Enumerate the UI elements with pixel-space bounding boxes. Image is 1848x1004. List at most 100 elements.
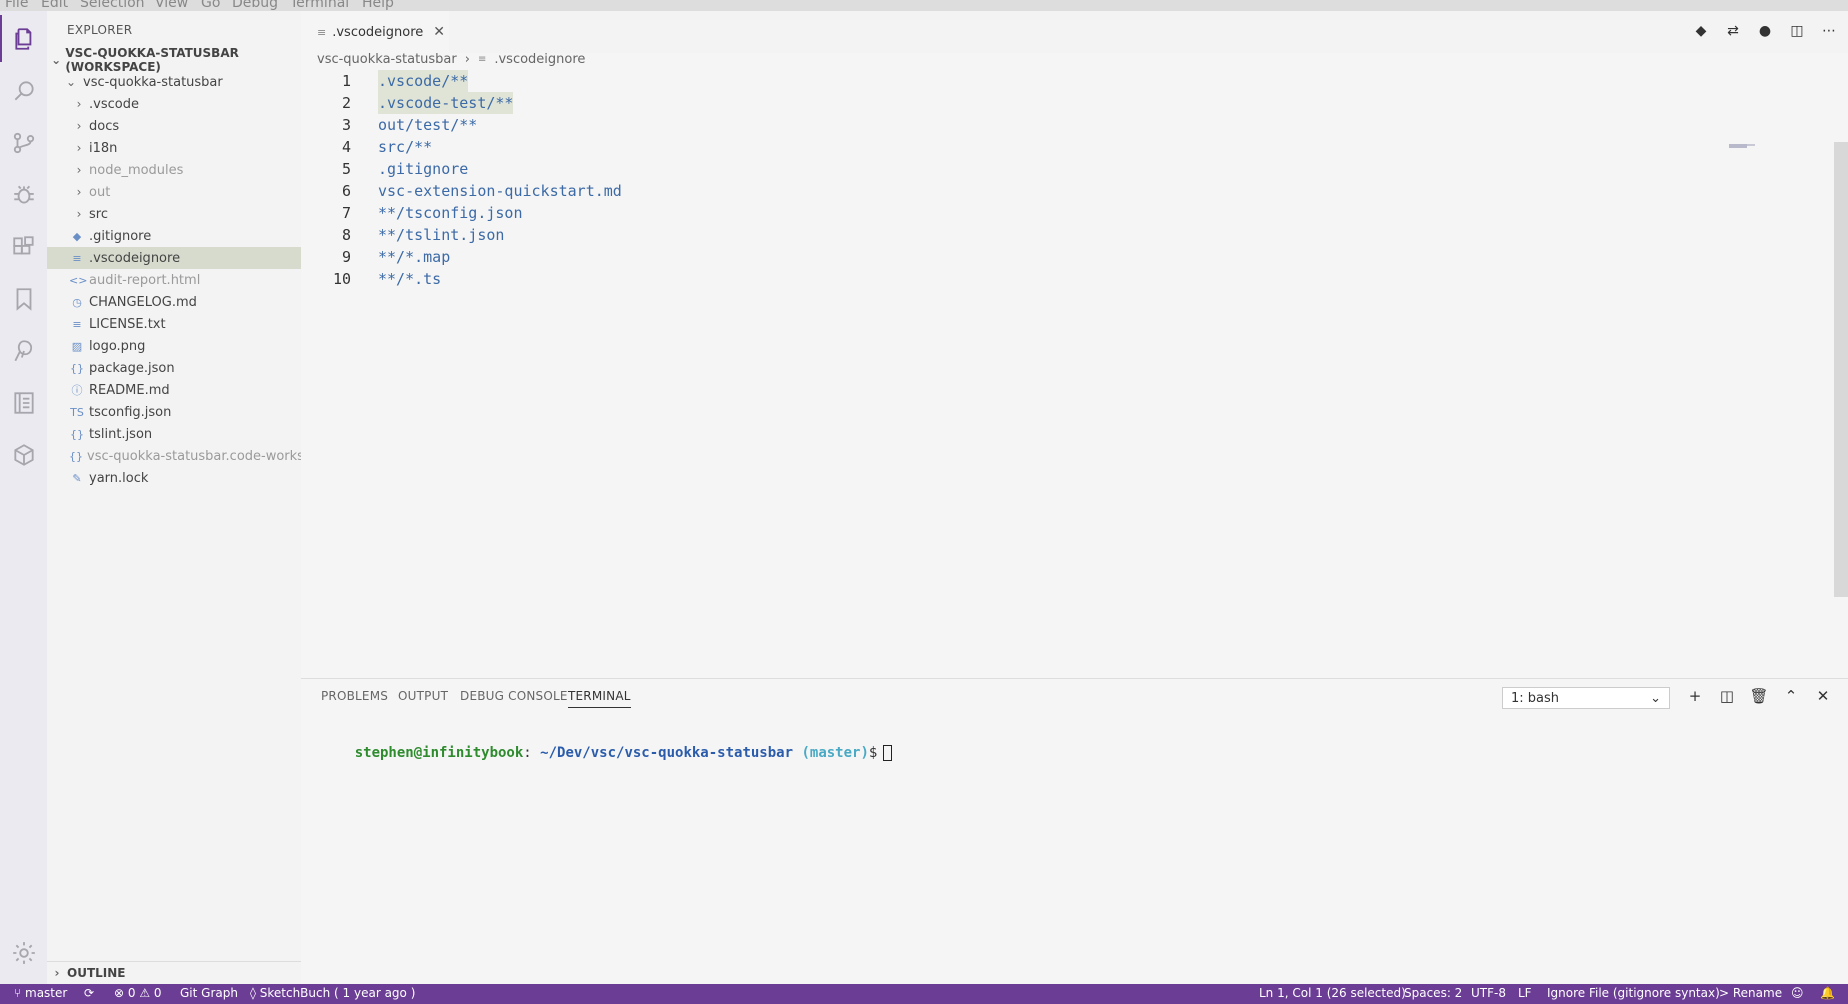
chevron-down-icon: ⌄	[51, 53, 62, 67]
tree-icon[interactable]	[0, 327, 47, 374]
file-type-icon: ≡	[72, 317, 82, 331]
tab-debug-console[interactable]: DEBUG CONSOLE	[460, 689, 568, 703]
file-type-icon: TS	[70, 405, 84, 419]
breadcrumb-folder[interactable]: vsc-quokka-statusbar	[317, 52, 457, 67]
editor-actions: ◆ ⇄ ● ◫ ⋯	[1692, 22, 1838, 40]
notebook-icon[interactable]	[0, 379, 47, 426]
tree-item[interactable]: ◷ CHANGELOG.md	[47, 291, 301, 313]
line-number: 4	[341, 138, 351, 156]
menu-edit[interactable]: Edit	[41, 0, 68, 11]
activity-bar	[0, 11, 47, 984]
tree-root-folder[interactable]: ⌄ vsc-quokka-statusbar	[47, 71, 301, 93]
explorer-icon[interactable]	[0, 15, 47, 62]
tree-item-label: logo.png	[89, 338, 146, 354]
menu-help[interactable]: Help	[362, 0, 394, 11]
status-rename[interactable]: > Rename	[1719, 986, 1782, 1000]
tree-item-label: CHANGELOG.md	[89, 294, 197, 310]
tree-item[interactable]: TS tsconfig.json	[47, 401, 301, 423]
status-problems[interactable]: ⊗ 0 ⚠ 0	[114, 986, 162, 1000]
close-icon[interactable]: ✕	[433, 24, 445, 40]
tree-item[interactable]: › src	[47, 203, 301, 225]
debug-icon[interactable]	[0, 171, 47, 218]
status-sketch[interactable]: ◊ SketchBuch ( 1 year ago )	[250, 986, 415, 1000]
tree-item[interactable]: <> audit-report.html	[47, 269, 301, 291]
tree-item[interactable]: › node_modules	[47, 159, 301, 181]
tab-output[interactable]: OUTPUT	[398, 689, 448, 703]
file-type-icon: {}	[69, 449, 83, 463]
terminal-cursor	[883, 745, 893, 761]
search-icon[interactable]	[0, 67, 47, 114]
file-type-icon: ◷	[72, 295, 82, 309]
breadcrumb-file[interactable]: .vscodeignore	[494, 52, 585, 67]
split-editor-icon[interactable]: ◫	[1788, 22, 1806, 40]
menu-go[interactable]: Go	[201, 0, 220, 11]
feedback-smiley-icon[interactable]: ☺	[1791, 986, 1804, 1000]
close-panel-icon[interactable]: ✕	[1814, 687, 1832, 705]
maximize-panel-icon[interactable]: ⌃	[1782, 687, 1800, 705]
file-type-icon: ◆	[72, 229, 82, 243]
package-icon[interactable]	[0, 431, 47, 478]
status-git-graph[interactable]: Git Graph	[180, 986, 238, 1000]
chevron-right-icon: ›	[76, 207, 82, 221]
tree-item[interactable]: ◆ .gitignore	[47, 225, 301, 247]
tree-item-label: vsc-quokka-statusbar.code-works...	[87, 448, 317, 464]
tree-item[interactable]: ≡ .vscodeignore	[47, 247, 301, 269]
file-type-icon: {}	[70, 361, 84, 375]
tab-terminal[interactable]: TERMINAL	[568, 689, 631, 708]
tree-item[interactable]: ▨ logo.png	[47, 335, 301, 357]
tree-item[interactable]: {} package.json	[47, 357, 301, 379]
editor-scrollbar[interactable]	[1834, 142, 1848, 597]
minimap[interactable]	[1725, 140, 1835, 154]
file-type-icon: ✎	[72, 471, 82, 485]
outline-section[interactable]: › OUTLINE	[47, 961, 301, 983]
menu-selection[interactable]: Selection	[80, 0, 145, 11]
menu-view[interactable]: View	[155, 0, 188, 11]
line-number: 10	[332, 270, 351, 288]
terminal-select[interactable]: 1: bash ⌄	[1502, 687, 1670, 709]
line-number: 7	[341, 204, 351, 222]
account-icon[interactable]: ●	[1756, 22, 1774, 40]
status-language[interactable]: Ignore File (gitignore syntax)	[1547, 986, 1720, 1000]
status-cursor-position[interactable]: Ln 1, Col 1 (26 selected)	[1259, 986, 1406, 1000]
more-actions-icon[interactable]: ⋯	[1820, 22, 1838, 40]
menu-file[interactable]: File	[5, 0, 28, 11]
tree-item[interactable]: › out	[47, 181, 301, 203]
status-encoding[interactable]: UTF-8	[1471, 986, 1506, 1000]
split-terminal-icon[interactable]: ◫	[1718, 687, 1736, 705]
status-indentation[interactable]: Spaces: 2	[1404, 986, 1462, 1000]
menu-debug[interactable]: Debug	[232, 0, 278, 11]
tree-item[interactable]: {} tslint.json	[47, 423, 301, 445]
trash-icon[interactable]: 🗑	[1749, 687, 1768, 705]
tree-item[interactable]: ≡ LICENSE.txt	[47, 313, 301, 335]
tree-item-label: LICENSE.txt	[89, 316, 166, 332]
sync-icon[interactable]: ⟳	[84, 986, 94, 1000]
code-text: .gitignore	[378, 160, 469, 178]
settings-gear-icon[interactable]	[0, 929, 47, 976]
workspace-header[interactable]: ⌄ VSC-QUOKKA-STATUSBAR (WORKSPACE)	[47, 46, 301, 74]
file-type-icon: ⓘ	[71, 384, 83, 397]
extensions-icon[interactable]	[0, 223, 47, 270]
tree-item[interactable]: › .vscode	[47, 93, 301, 115]
tree-item[interactable]: ✎ yarn.lock	[47, 467, 301, 489]
tree-item-label: .gitignore	[89, 228, 152, 244]
code-editor[interactable]: 1 .vscode/** 2 .vscode-test/** 3 out/test/** 4…	[301, 70, 1848, 678]
notifications-bell-icon[interactable]: 🔔	[1820, 986, 1835, 1000]
git-icon[interactable]: ◆	[1692, 22, 1710, 40]
source-control-icon[interactable]	[0, 119, 47, 166]
bottom-panel: PROBLEMS OUTPUT DEBUG CONSOLE TERMINAL 1…	[301, 678, 1848, 984]
tree-item[interactable]: ⓘ README.md	[47, 379, 301, 401]
add-terminal-icon[interactable]: +	[1686, 687, 1704, 705]
tree-item[interactable]: › i18n	[47, 137, 301, 159]
status-branch[interactable]: ⑂ master	[14, 986, 67, 1000]
compare-changes-icon[interactable]: ⇄	[1724, 22, 1742, 40]
panel-actions: + ◫ 🗑 ⌃ ✕	[1686, 687, 1832, 705]
terminal-prompt[interactable]: stephen@infinitybook: ~/Dev/vsc/vsc-quok…	[321, 729, 893, 777]
tree-item[interactable]: › docs	[47, 115, 301, 137]
tree-item[interactable]: {} vsc-quokka-statusbar.code-works...	[47, 445, 316, 467]
chevron-right-icon: ›	[76, 97, 82, 111]
bookmark-icon[interactable]	[0, 275, 47, 322]
tab-vscodeignore[interactable]: ≡ .vscodeignore ✕	[301, 11, 449, 53]
tab-problems[interactable]: PROBLEMS	[321, 689, 388, 703]
status-eol[interactable]: LF	[1518, 986, 1532, 1000]
menu-terminal[interactable]: Terminal	[290, 0, 349, 11]
